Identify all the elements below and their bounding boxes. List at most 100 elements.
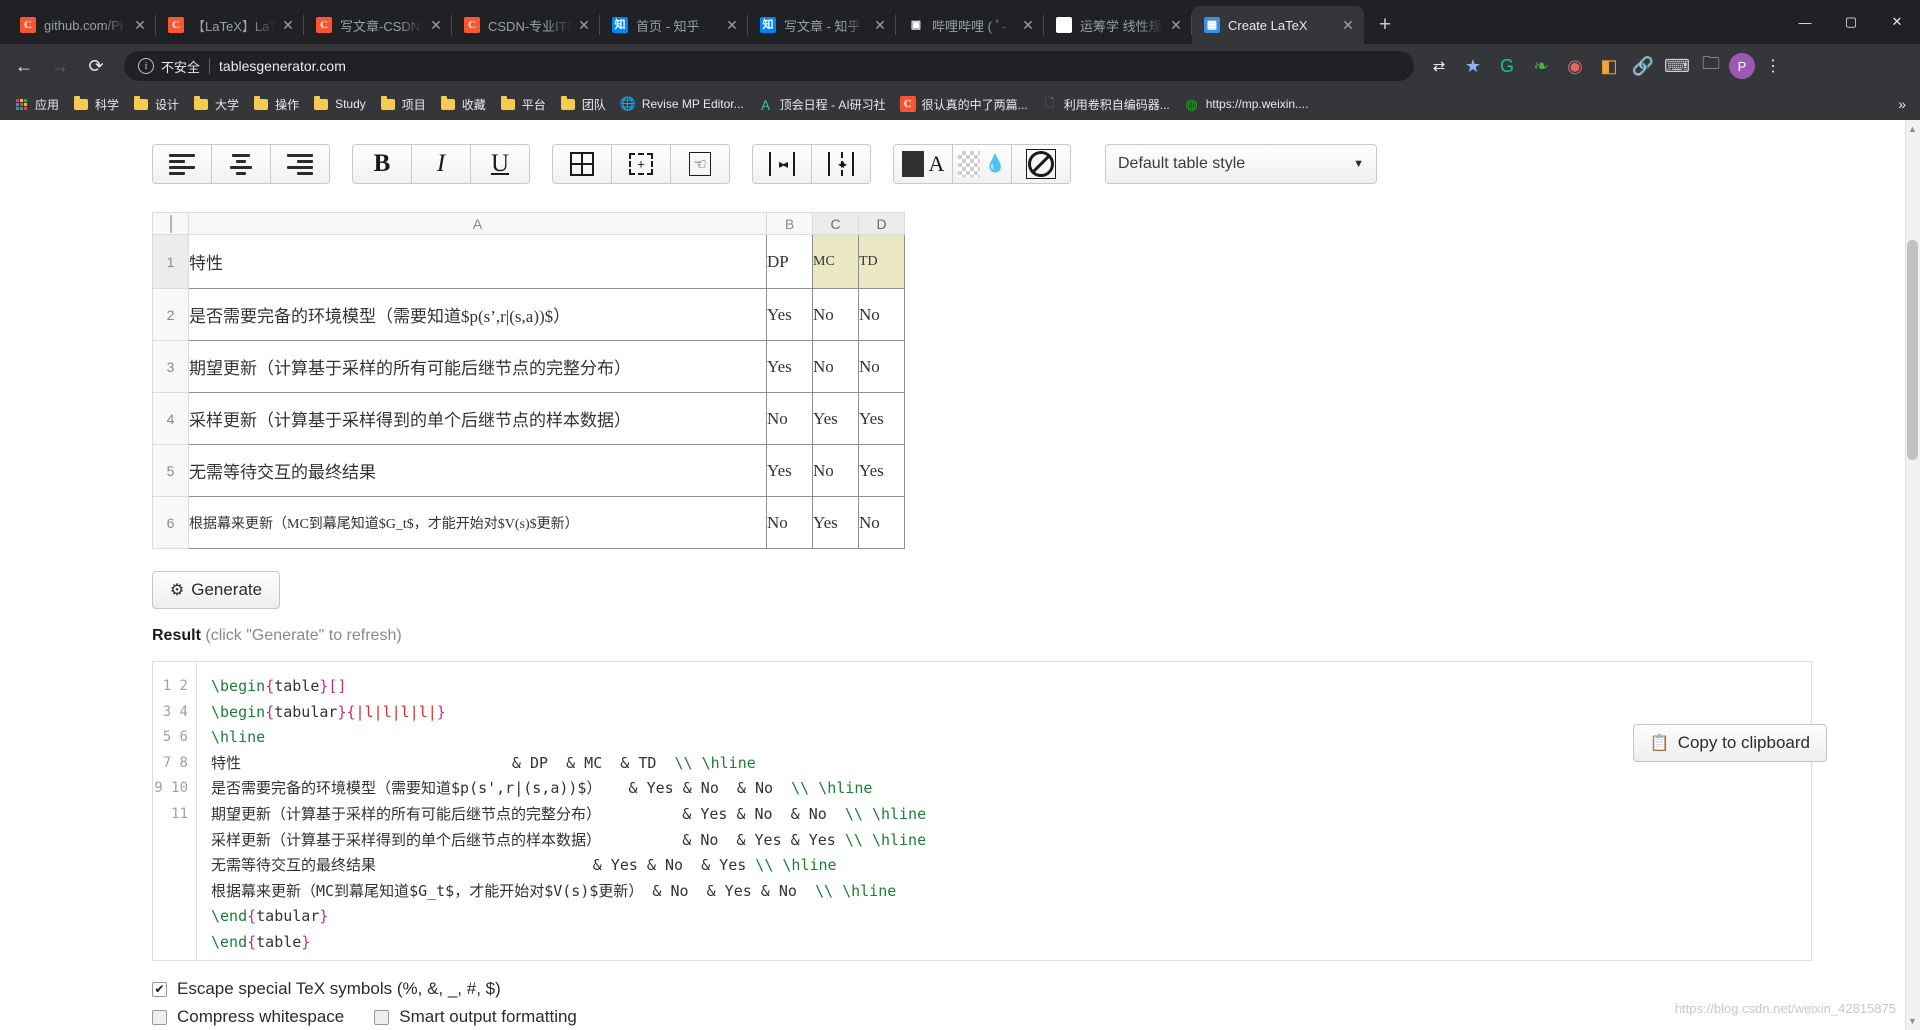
column-header-d[interactable]: D <box>858 212 905 235</box>
scroll-up-arrow[interactable]: ▲ <box>1906 122 1919 136</box>
text-color-button[interactable]: A <box>893 144 953 184</box>
link-icon[interactable]: 🔗 <box>1627 50 1659 82</box>
leaf-icon[interactable]: ❧ <box>1525 50 1557 82</box>
cell-b2[interactable]: Yes <box>766 288 813 341</box>
table-inner-borders-icon[interactable] <box>611 144 671 184</box>
tab-close-icon[interactable]: ✕ <box>1338 15 1358 35</box>
cell-d6[interactable]: No <box>858 496 905 549</box>
browser-tab[interactable]: C github.com/Pi ✕ <box>8 6 156 44</box>
row-header[interactable]: 1 <box>152 234 189 289</box>
latex-code[interactable]: \begin{table}[] \begin{tabular}{|l|l|l|l… <box>197 662 1811 960</box>
translate-icon[interactable]: ⇄ <box>1423 50 1455 82</box>
bookmark-folder[interactable]: Study <box>306 92 373 116</box>
scrollbar-thumb[interactable] <box>1907 240 1918 460</box>
bookmark-link[interactable]: 🗋 利用卷积自编码器... <box>1035 92 1177 116</box>
reload-icon[interactable]: ⟳ <box>80 50 112 82</box>
tab-close-icon[interactable]: ✕ <box>130 15 150 35</box>
eye-icon[interactable]: ◉ <box>1559 50 1591 82</box>
browser-tab[interactable]: 百 运筹学 线性规划 ✕ <box>1044 6 1192 44</box>
cell-c3[interactable]: No <box>812 340 859 393</box>
cell-c1[interactable]: MC <box>812 234 859 289</box>
browser-tab[interactable]: 知 写文章 - 知乎 ✕ <box>748 6 896 44</box>
tab-close-icon[interactable]: ✕ <box>870 15 890 35</box>
browser-tab-active[interactable]: ▦ Create LaTeX ✕ <box>1192 6 1364 44</box>
table-borders-icon[interactable] <box>552 144 612 184</box>
bookmark-link[interactable]: 🌐 Revise MP Editor... <box>613 92 751 116</box>
select-all-corner[interactable] <box>152 212 189 235</box>
cell-b1[interactable]: DP <box>766 234 813 289</box>
bookmark-link[interactable]: C 很认真的中了两篇... <box>893 92 1035 116</box>
bookmark-link[interactable]: ◍ https://mp.weixin.... <box>1177 92 1316 116</box>
row-header[interactable]: 6 <box>152 496 189 549</box>
bookmark-folder[interactable]: 收藏 <box>433 92 493 116</box>
address-bar[interactable]: i 不安全 tablesgenerator.com <box>124 51 1414 81</box>
browser-tab[interactable]: C CSDN-专业IT技 ✕ <box>452 6 600 44</box>
cell-c5[interactable]: No <box>812 444 859 497</box>
cell-d4[interactable]: Yes <box>858 392 905 445</box>
bookmarks-overflow-button[interactable]: » <box>1898 96 1914 112</box>
checkbox-icon[interactable] <box>374 1009 390 1025</box>
page-scrollbar[interactable]: ▲ ▼ <box>1905 120 1920 1030</box>
cell-d1[interactable]: TD <box>858 234 905 289</box>
copy-to-clipboard-button[interactable]: 📋 Copy to clipboard <box>1632 724 1827 762</box>
minimize-button[interactable]: — <box>1782 6 1828 38</box>
split-cells-icon[interactable]: ◂▸ <box>811 144 871 184</box>
colorpicker-icon[interactable]: ◧ <box>1593 50 1625 82</box>
keyboard-icon[interactable]: ⌨ <box>1661 50 1693 82</box>
tab-close-icon[interactable]: ✕ <box>1018 15 1038 35</box>
cell-b3[interactable]: Yes <box>766 340 813 393</box>
close-window-button[interactable]: ✕ <box>1874 6 1920 38</box>
option-escape-tex[interactable]: ✔ Escape special TeX symbols (%, &, _, #… <box>152 979 1920 999</box>
grammarly-icon[interactable]: G <box>1491 50 1523 82</box>
clear-formatting-icon[interactable] <box>1011 144 1071 184</box>
info-icon[interactable]: i <box>138 58 154 74</box>
cell-b4[interactable]: No <box>766 392 813 445</box>
cell-select-hand-icon[interactable]: ☜ <box>670 144 730 184</box>
align-right-icon[interactable] <box>270 144 330 184</box>
bookmark-folder[interactable]: 操作 <box>246 92 306 116</box>
cell-c6[interactable]: Yes <box>812 496 859 549</box>
browser-tab[interactable]: C 【LaTeX】LaTe ✕ <box>156 6 304 44</box>
cell-a5[interactable]: 无需等待交互的最终结果 <box>188 444 767 497</box>
row-header[interactable]: 4 <box>152 392 189 445</box>
table-style-select[interactable]: Default table style ▼ <box>1105 144 1377 184</box>
cell-a6[interactable]: 根据幕来更新（MC到幕尾知道$G_t$，才能开始对$V(s)$更新） <box>188 496 767 549</box>
cell-a2[interactable]: 是否需要完备的环境模型（需要知道$p(s’,r|(s,a))$） <box>188 288 767 341</box>
bookmark-folder[interactable]: 大学 <box>186 92 246 116</box>
fill-drop-icon[interactable]: 💧 <box>952 144 1012 184</box>
folder-icon[interactable]: 🗀 <box>1695 50 1727 82</box>
cell-d2[interactable]: No <box>858 288 905 341</box>
bookmark-folder[interactable]: 项目 <box>373 92 433 116</box>
profile-avatar[interactable]: P <box>1729 53 1755 79</box>
cell-d5[interactable]: Yes <box>858 444 905 497</box>
bold-button[interactable]: B <box>352 144 412 184</box>
browser-tab[interactable]: C 写文章-CSDN博 ✕ <box>304 6 452 44</box>
forward-icon[interactable]: → <box>44 50 76 82</box>
tab-close-icon[interactable]: ✕ <box>426 15 446 35</box>
bookmark-folder[interactable]: 平台 <box>493 92 553 116</box>
tab-close-icon[interactable]: ✕ <box>278 15 298 35</box>
back-icon[interactable]: ← <box>8 50 40 82</box>
checkbox-icon[interactable] <box>152 1009 167 1025</box>
new-tab-button[interactable]: + <box>1370 10 1400 40</box>
cell-b5[interactable]: Yes <box>766 444 813 497</box>
scroll-down-arrow[interactable]: ▼ <box>1906 1014 1919 1028</box>
cell-b6[interactable]: No <box>766 496 813 549</box>
column-header-a[interactable]: A <box>188 212 767 235</box>
bookmark-link[interactable]: Ａ 顶会日程 - AI研习社 <box>751 92 893 116</box>
tab-close-icon[interactable]: ✕ <box>1166 15 1186 35</box>
checkbox-checked-icon[interactable]: ✔ <box>152 981 167 997</box>
bookmark-star-icon[interactable]: ★ <box>1457 50 1489 82</box>
row-header[interactable]: 5 <box>152 444 189 497</box>
row-header[interactable]: 3 <box>152 340 189 393</box>
tab-close-icon[interactable]: ✕ <box>722 15 742 35</box>
column-header-c[interactable]: C <box>812 212 859 235</box>
cell-c4[interactable]: Yes <box>812 392 859 445</box>
bookmark-folder[interactable]: 设计 <box>126 92 186 116</box>
maximize-button[interactable]: ▢ <box>1828 6 1874 38</box>
browser-tab[interactable]: ▣ 哔哩哔哩 ( ﾟ- ✕ <box>896 6 1044 44</box>
browser-tab[interactable]: 知 首页 - 知乎 ✕ <box>600 6 748 44</box>
italic-button[interactable]: I <box>411 144 471 184</box>
underline-button[interactable]: U <box>470 144 530 184</box>
row-header[interactable]: 2 <box>152 288 189 341</box>
